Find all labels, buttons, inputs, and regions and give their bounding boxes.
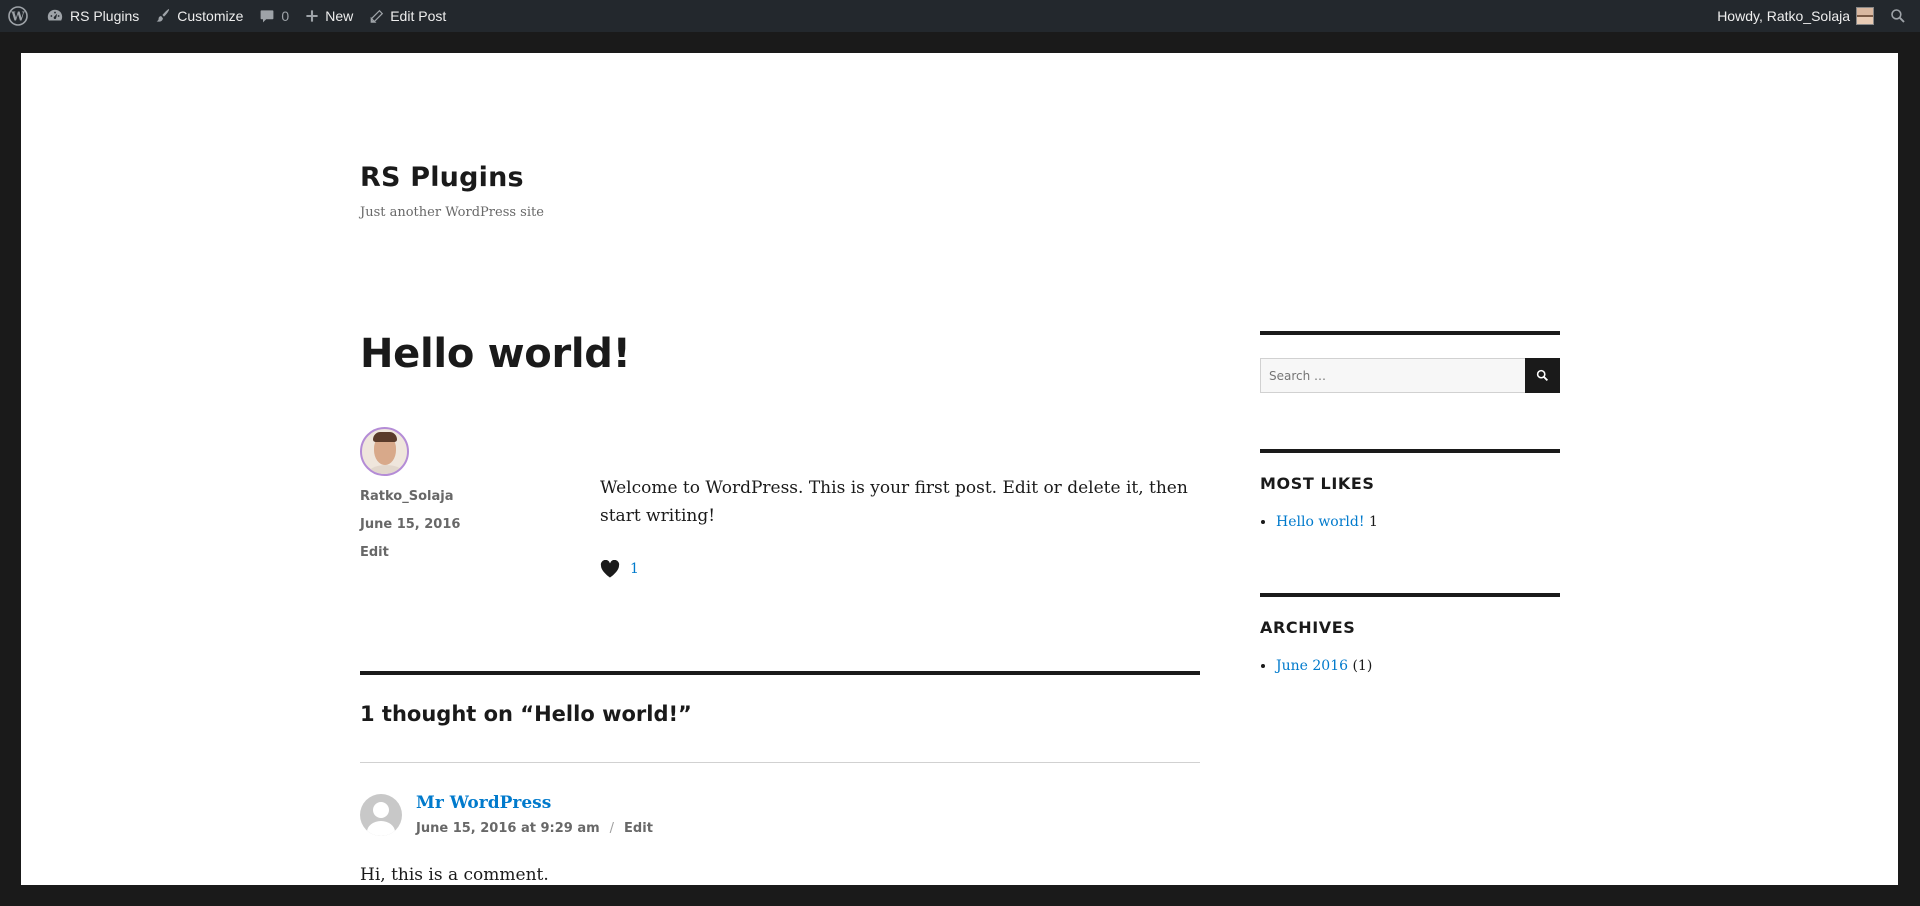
wordpress-logo-icon: W: [8, 6, 28, 26]
svg-text:W: W: [10, 10, 25, 24]
post-date-link[interactable]: June 15, 2016: [360, 516, 560, 534]
most-likes-widget-rule: [1260, 449, 1560, 453]
admin-search[interactable]: [1882, 0, 1920, 32]
like-count[interactable]: 1: [630, 561, 639, 577]
post-content: Welcome to WordPress. This is your first…: [600, 478, 1188, 526]
admin-bar-right: Howdy, Ratko_Solaja: [1709, 0, 1920, 32]
new-label: New: [325, 8, 354, 24]
site-description: Just another WordPress site: [360, 205, 544, 220]
archive-count: (1): [1352, 658, 1373, 674]
comments-count: 0: [281, 8, 290, 24]
comment-meta: June 15, 2016 at 9:29 am / Edit: [416, 821, 653, 836]
archives-list: June 2016 (1): [1276, 658, 1372, 674]
most-likes-title: MOST LIKES: [1260, 474, 1375, 493]
archives-widget-rule: [1260, 593, 1560, 597]
admin-bar-left: W RS Plugins Customize 0 New Edit Post: [0, 0, 454, 32]
plus-icon: [306, 10, 318, 22]
comment-meta-separator: /: [609, 821, 615, 836]
site-name-label: RS Plugins: [70, 8, 140, 24]
search-icon: [1536, 369, 1549, 382]
customize-menu[interactable]: Customize: [147, 0, 251, 32]
wordpress-logo-menu[interactable]: W: [0, 0, 38, 32]
comment-date-link[interactable]: June 15, 2016 at 9:29 am: [416, 821, 600, 836]
post-meta: Ratko_Solaja June 15, 2016 Edit: [360, 427, 560, 562]
most-likes-link[interactable]: Hello world!: [1276, 514, 1365, 530]
search-widget-rule: [1260, 331, 1560, 335]
comments-menu[interactable]: 0: [251, 0, 297, 32]
dashboard-icon: [47, 9, 63, 21]
edit-post-label: Edit Post: [390, 8, 447, 24]
comment-bubble-icon: [261, 10, 274, 23]
comment-edit-link[interactable]: Edit: [624, 821, 653, 836]
edit-post-menu[interactable]: Edit Post: [361, 0, 454, 32]
site-name-menu[interactable]: RS Plugins: [38, 0, 147, 32]
comments-divider: [360, 671, 1200, 675]
paintbrush-icon: [156, 9, 170, 22]
archives-title: ARCHIVES: [1260, 618, 1356, 637]
search-button[interactable]: [1525, 358, 1560, 393]
howdy-label: Howdy, Ratko_Solaja: [1717, 8, 1850, 24]
site-title[interactable]: RS Plugins: [360, 162, 524, 193]
most-likes-count: 1: [1368, 514, 1378, 530]
search-input[interactable]: [1260, 358, 1525, 393]
comment-author-link[interactable]: Mr WordPress: [416, 793, 551, 813]
post-title: Hello world!: [360, 331, 631, 377]
post-author-link[interactable]: Ratko_Solaja: [360, 488, 560, 506]
list-item: Hello world! 1: [1276, 514, 1378, 530]
like-widget: 1: [600, 560, 639, 578]
most-likes-list: Hello world! 1: [1276, 514, 1378, 530]
comment-text: Hi, this is a comment.: [360, 865, 549, 885]
comment-author-avatar: [360, 794, 402, 836]
comments-separator: [360, 762, 1200, 763]
archive-link[interactable]: June 2016: [1276, 658, 1348, 674]
new-content-menu[interactable]: New: [297, 0, 361, 32]
comments-title: 1 thought on “Hello world!”: [360, 702, 692, 726]
search-form: [1260, 358, 1560, 393]
page-frame: RS Plugins Just another WordPress site H…: [21, 53, 1898, 885]
post-edit-link[interactable]: Edit: [360, 544, 560, 562]
list-item: June 2016 (1): [1276, 658, 1372, 674]
pencil-icon: [370, 9, 384, 23]
heart-icon[interactable]: [600, 560, 620, 578]
customize-label: Customize: [177, 8, 244, 24]
my-account-menu[interactable]: Howdy, Ratko_Solaja: [1709, 0, 1882, 32]
admin-bar: W RS Plugins Customize 0 New Edit Post H…: [0, 0, 1920, 32]
user-avatar: [1856, 7, 1874, 25]
author-avatar: [360, 427, 409, 476]
search-icon: [1891, 9, 1905, 23]
